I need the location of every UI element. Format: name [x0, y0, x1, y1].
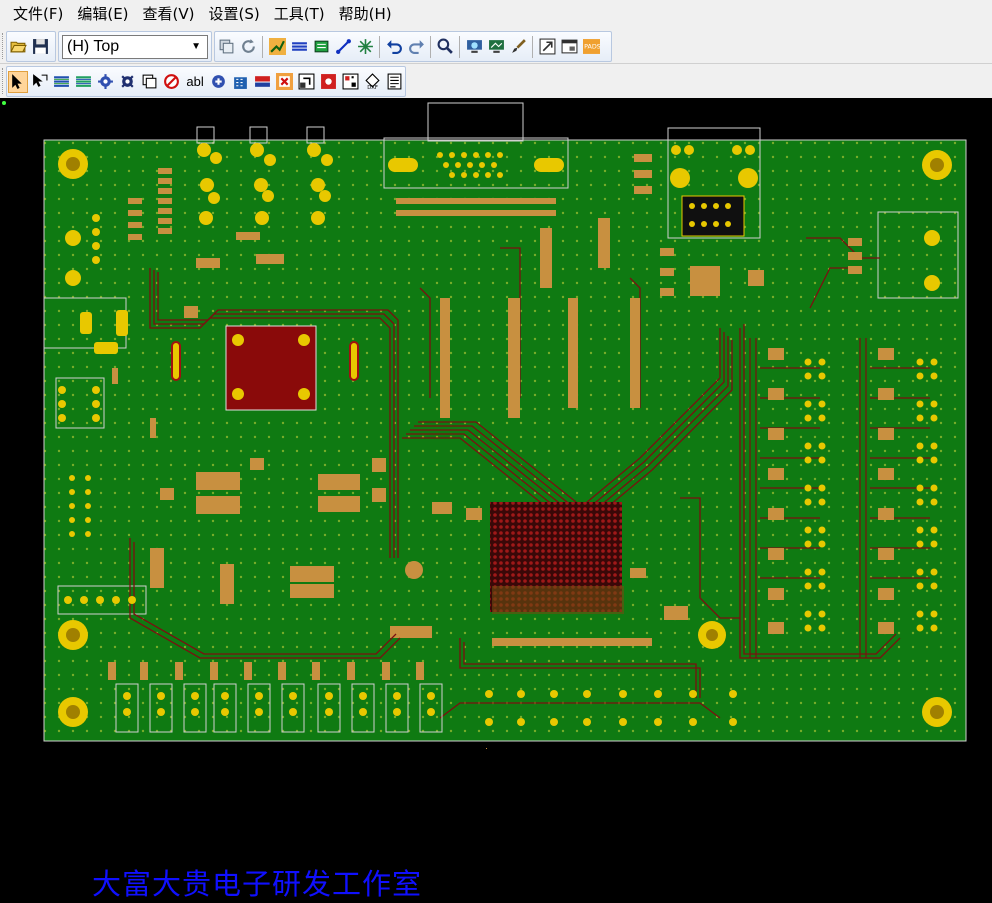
menu-edit[interactable]: 编辑(E) — [70, 0, 135, 29]
toolbar-separator — [532, 35, 533, 58]
header-footprint — [681, 195, 745, 237]
menu-tools[interactable]: 工具(T) — [267, 0, 332, 29]
pad-oval — [349, 341, 359, 381]
layers-icon[interactable] — [52, 71, 72, 93]
fill-icon[interactable] — [209, 71, 229, 93]
delete-icon[interactable] — [275, 71, 295, 93]
tools-toolbar: PADS — [214, 31, 612, 62]
power-jack-pad — [80, 312, 92, 334]
bga-row — [492, 586, 624, 614]
select-arrow-icon[interactable] — [8, 70, 28, 93]
layer-pair-icon[interactable] — [216, 36, 236, 58]
menu-help[interactable]: 帮助(H) — [332, 0, 399, 29]
open-folder-icon[interactable] — [8, 36, 28, 58]
chevron-down-icon: ▼ — [191, 41, 201, 52]
toolbar-separator — [430, 35, 431, 58]
file-toolbar — [6, 31, 56, 62]
route-icon[interactable] — [267, 36, 287, 58]
dxf-icon[interactable] — [318, 71, 338, 93]
standard-toolbar: (H) Top ▼ PADS — [0, 29, 992, 64]
connector-outline — [427, 102, 524, 142]
layer-select[interactable]: (H) Top ▼ — [62, 34, 208, 59]
spark-icon[interactable] — [355, 36, 375, 58]
swap-icon[interactable] — [253, 71, 273, 93]
menu-settings[interactable]: 设置(S) — [202, 0, 267, 29]
layer-select-value: (H) Top — [67, 37, 120, 55]
pad-oval — [171, 341, 181, 381]
window-icon[interactable] — [559, 36, 579, 58]
layers-alt-icon[interactable] — [74, 71, 94, 93]
qr-icon[interactable] — [340, 71, 360, 93]
text-abl-label: abl — [186, 74, 204, 89]
save-icon[interactable] — [30, 36, 50, 58]
brush-icon[interactable] — [508, 36, 528, 58]
pcb-board-drawing[interactable] — [0, 98, 992, 758]
studio-caption: 大富大贵电子研发工作室 — [92, 867, 423, 901]
draft-tools-group: abl DXF — [6, 66, 406, 97]
trace-icon[interactable] — [333, 36, 353, 58]
svg-text:DXF: DXF — [367, 85, 378, 90]
undo-icon[interactable] — [384, 36, 404, 58]
redo-icon[interactable] — [406, 36, 426, 58]
menu-bar: 文件(F) 编辑(E) 查看(V) 设置(S) 工具(T) 帮助(H) — [0, 0, 992, 29]
redraw-icon[interactable] — [238, 36, 258, 58]
select-segment-icon[interactable] — [30, 71, 50, 93]
toolbar-separator — [262, 35, 263, 58]
display-icon[interactable] — [486, 36, 506, 58]
report-icon[interactable] — [384, 71, 404, 93]
toolbar-separator — [379, 35, 380, 58]
dxf-export-icon[interactable]: DXF — [362, 71, 382, 93]
power-jack-pad — [94, 342, 118, 354]
gear-icon[interactable] — [96, 71, 116, 93]
layer-toolbar: (H) Top ▼ — [58, 31, 212, 62]
menu-file[interactable]: 文件(F) — [0, 0, 70, 29]
export-icon[interactable] — [537, 36, 557, 58]
no-icon[interactable] — [161, 71, 181, 93]
copy-icon[interactable] — [139, 71, 159, 93]
power-jack-pad — [116, 310, 128, 336]
origin-marker — [2, 101, 6, 105]
via-field — [44, 140, 966, 741]
pour-icon[interactable] — [289, 36, 309, 58]
pads-icon[interactable]: PADS — [581, 36, 601, 58]
toolbar-separator — [459, 35, 460, 58]
svg-text:PADS: PADS — [584, 43, 600, 51]
gear-alt-icon[interactable] — [117, 71, 137, 93]
view-icon[interactable] — [464, 36, 484, 58]
zoom-icon[interactable] — [435, 36, 455, 58]
building-icon[interactable] — [231, 71, 251, 93]
drafting-toolbar: abl DXF — [0, 64, 992, 98]
import-icon[interactable] — [297, 71, 317, 93]
pcb-canvas[interactable]: 大富大贵电子研发工作室 — [0, 98, 992, 901]
component-icon[interactable] — [311, 36, 331, 58]
menu-view[interactable]: 查看(V) — [136, 0, 202, 29]
text-abl-button[interactable]: abl — [183, 71, 207, 93]
